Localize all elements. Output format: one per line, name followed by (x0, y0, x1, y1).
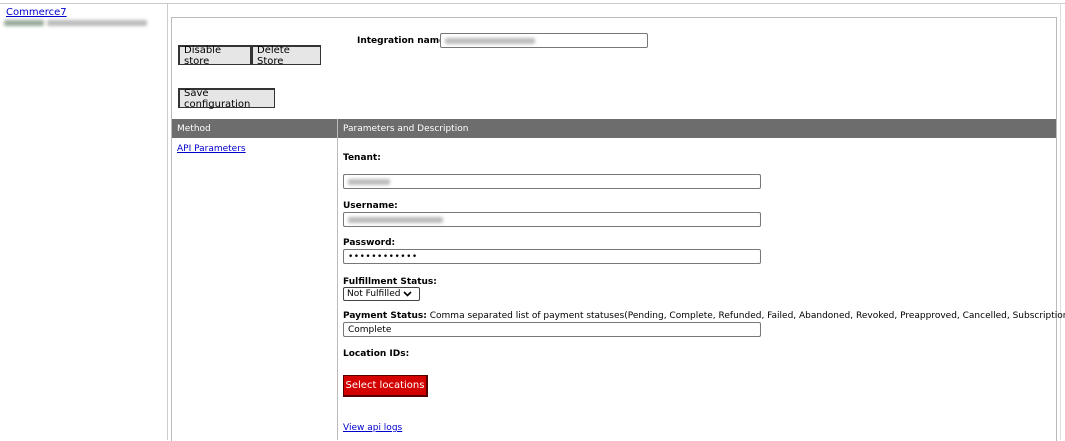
tenant-input[interactable] (343, 174, 761, 189)
left-sidebar: Commerce7 (0, 3, 168, 440)
password-input[interactable]: •••••••••••• (343, 249, 761, 264)
store-config-panel (171, 17, 1057, 441)
redacted-value (348, 178, 390, 185)
save-configuration-button[interactable]: Save configuration (178, 88, 275, 110)
disable-store-button[interactable]: Disable store (178, 45, 251, 67)
integration-name-input[interactable] (440, 33, 648, 48)
store-subtitle-redacted (4, 17, 154, 28)
integration-name-label: Integration name: (357, 36, 449, 46)
right-border (1060, 3, 1061, 440)
payment-status-row: Payment Status: Comma separated list of … (343, 311, 1065, 321)
payment-status-input[interactable]: Complete (343, 322, 761, 337)
api-parameters-link[interactable]: API Parameters (177, 144, 246, 154)
fulfillment-status-label: Fulfillment Status: (343, 277, 437, 287)
fulfillment-status-value: Not Fulfilled (347, 289, 401, 299)
chevron-down-icon (403, 291, 413, 297)
payment-status-label: Payment Status: (343, 311, 427, 321)
location-ids-label: Location IDs: (343, 349, 410, 359)
select-locations-button[interactable]: Select locations (343, 375, 428, 397)
payment-status-description: Comma separated list of payment statuses… (429, 311, 1065, 321)
username-input[interactable] (343, 212, 761, 227)
username-label: Username: (343, 201, 398, 211)
redacted-value (445, 37, 535, 44)
column-header-method: Method (172, 119, 337, 138)
delete-store-button[interactable]: Delete Store (251, 45, 321, 67)
password-label: Password: (343, 238, 396, 248)
view-api-logs-link[interactable]: View api logs (343, 423, 402, 433)
redacted-text (47, 19, 147, 26)
fulfillment-status-select[interactable]: Not Fulfilled (343, 287, 420, 301)
redacted-text (4, 19, 44, 26)
tenant-label: Tenant: (343, 153, 381, 163)
redacted-value (348, 216, 443, 223)
column-divider (337, 119, 338, 440)
column-header-parameters: Parameters and Description (338, 119, 1056, 138)
